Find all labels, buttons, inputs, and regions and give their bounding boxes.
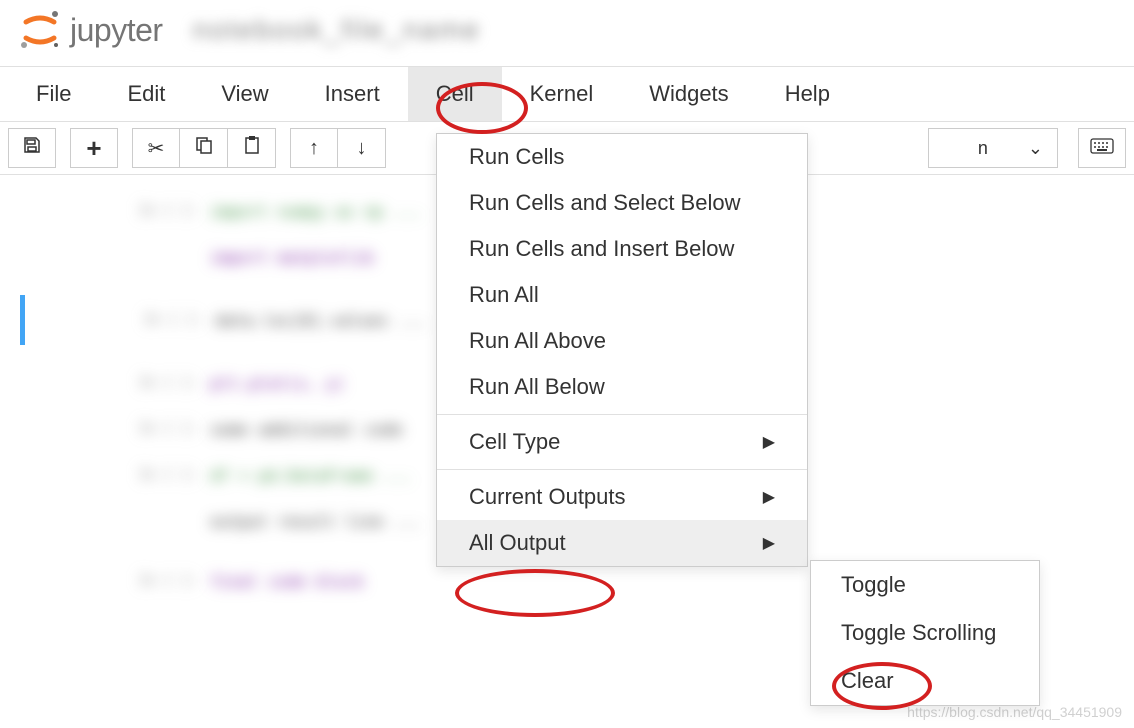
- chevron-down-icon: ⌄: [1028, 138, 1043, 159]
- menu-run-all-above[interactable]: Run All Above: [437, 318, 807, 364]
- menu-cell[interactable]: Cell: [408, 67, 502, 121]
- jupyter-logo-text: jupyter: [70, 12, 163, 49]
- submenu-arrow-icon: ▶: [763, 432, 775, 452]
- menu-widgets[interactable]: Widgets: [621, 67, 756, 121]
- plus-icon: +: [86, 133, 101, 164]
- menu-run-cells-insert-below[interactable]: Run Cells and Insert Below: [437, 226, 807, 272]
- cell-type-select[interactable]: n ⌄: [928, 128, 1058, 168]
- move-down-button[interactable]: ↓: [338, 128, 386, 168]
- save-button[interactable]: [8, 128, 56, 168]
- menu-run-all[interactable]: Run All: [437, 272, 807, 318]
- menu-run-cells[interactable]: Run Cells: [437, 134, 807, 180]
- menu-file[interactable]: File: [8, 67, 99, 121]
- menu-cell-type[interactable]: Cell Type ▶: [437, 419, 807, 465]
- paste-button[interactable]: [228, 128, 276, 168]
- cut-button[interactable]: ✂: [132, 128, 180, 168]
- cell-type-text: n: [978, 138, 988, 159]
- menu-edit[interactable]: Edit: [99, 67, 193, 121]
- menu-kernel[interactable]: Kernel: [502, 67, 622, 121]
- jupyter-logo: jupyter: [18, 8, 163, 52]
- copy-button[interactable]: [180, 128, 228, 168]
- jupyter-logo-icon: [18, 8, 62, 52]
- menu-run-cells-select-below[interactable]: Run Cells and Select Below: [437, 180, 807, 226]
- arrow-up-icon: ↑: [309, 137, 319, 160]
- keyboard-icon: [1090, 138, 1114, 159]
- scissors-icon: ✂: [148, 136, 165, 161]
- add-cell-button[interactable]: +: [70, 128, 118, 168]
- all-output-submenu: Toggle Toggle Scrolling Clear: [810, 560, 1040, 706]
- save-icon: [22, 135, 42, 161]
- submenu-toggle-scrolling[interactable]: Toggle Scrolling: [811, 609, 1039, 657]
- header: jupyter notebook_file_name: [0, 0, 1134, 66]
- menu-current-outputs[interactable]: Current Outputs ▶: [437, 474, 807, 520]
- submenu-arrow-icon: ▶: [763, 533, 775, 553]
- copy-icon: [194, 135, 214, 161]
- menu-view[interactable]: View: [193, 67, 296, 121]
- submenu-clear[interactable]: Clear: [811, 657, 1039, 705]
- notebook-name[interactable]: notebook_file_name: [193, 14, 481, 46]
- arrow-down-icon: ↓: [357, 137, 367, 160]
- paste-icon: [242, 135, 262, 161]
- command-palette-button[interactable]: [1078, 128, 1126, 168]
- cell-menu-dropdown: Run Cells Run Cells and Select Below Run…: [436, 133, 808, 567]
- submenu-arrow-icon: ▶: [763, 487, 775, 507]
- menu-help[interactable]: Help: [757, 67, 858, 121]
- menu-all-output[interactable]: All Output ▶: [437, 520, 807, 566]
- move-up-button[interactable]: ↑: [290, 128, 338, 168]
- menu-run-all-below[interactable]: Run All Below: [437, 364, 807, 410]
- menu-separator: [437, 414, 807, 415]
- menu-insert[interactable]: Insert: [297, 67, 408, 121]
- menu-separator: [437, 469, 807, 470]
- menubar: File Edit View Insert Cell Kernel Widget…: [0, 66, 1134, 122]
- watermark: https://blog.csdn.net/qq_34451909: [907, 704, 1122, 720]
- submenu-toggle[interactable]: Toggle: [811, 561, 1039, 609]
